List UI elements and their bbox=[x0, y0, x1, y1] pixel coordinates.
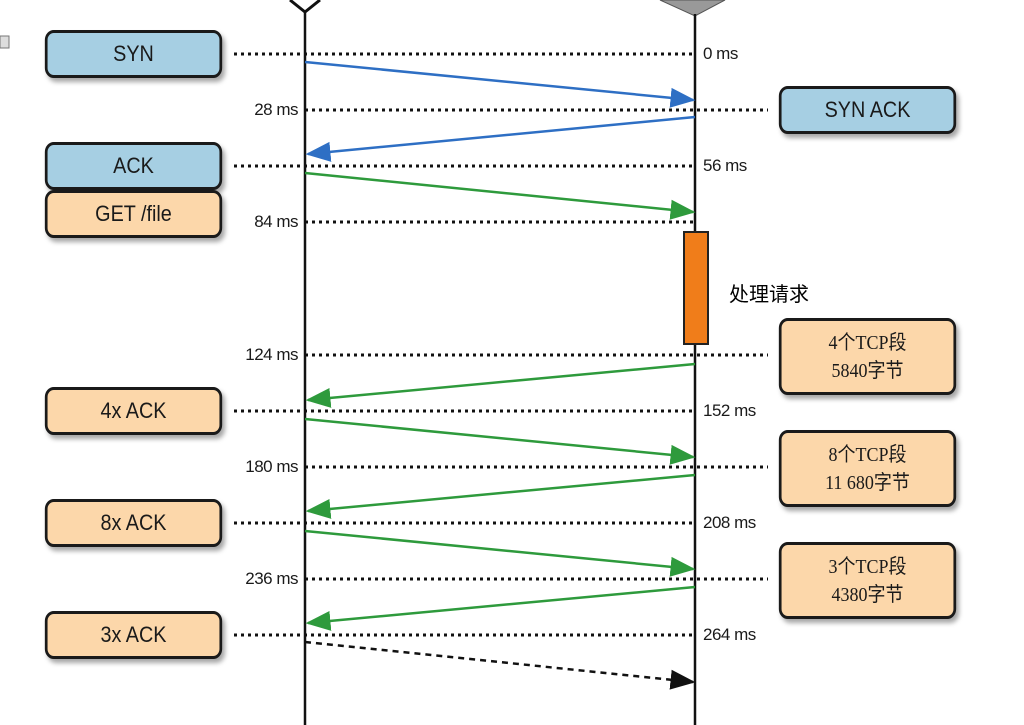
ack-arrow-2 bbox=[304, 529, 696, 577]
syn-box: SYN bbox=[44, 30, 223, 78]
ack-box: ACK bbox=[44, 142, 223, 190]
time-label: 124 ms bbox=[245, 345, 298, 364]
get-file-box: GET /file bbox=[44, 190, 223, 238]
ack-arrow-3 bbox=[304, 640, 696, 690]
small-window-icon bbox=[0, 35, 10, 49]
ack-arrow-1 bbox=[304, 417, 696, 465]
segments-count: 3个TCP段 bbox=[828, 555, 907, 578]
syn-ack-box: SYN ACK bbox=[778, 86, 957, 134]
time-label: 236 ms bbox=[245, 569, 298, 588]
ack-get-arrow bbox=[304, 171, 696, 220]
8x-ack-box: 8x ACK bbox=[44, 499, 223, 547]
segments-box-3: 3个TCP段 4380字节 bbox=[778, 542, 957, 619]
time-label: 56 ms bbox=[703, 156, 747, 175]
time-label: 208 ms bbox=[703, 513, 756, 532]
segments-count: 4个TCP段 bbox=[828, 331, 907, 354]
time-label: 84 ms bbox=[254, 212, 298, 231]
time-label: 264 ms bbox=[703, 625, 756, 644]
processing-label: 处理请求 bbox=[729, 282, 809, 306]
segments-box-2: 8个TCP段 11 680字节 bbox=[778, 430, 957, 507]
segments-count: 8个TCP段 bbox=[828, 443, 907, 466]
time-label: 152 ms bbox=[703, 401, 756, 420]
segments-bytes: 4380字节 bbox=[831, 583, 904, 606]
server-icon bbox=[659, 0, 726, 17]
time-label: 28 ms bbox=[254, 100, 298, 119]
time-label: 180 ms bbox=[245, 457, 298, 476]
data-arrow-3 bbox=[305, 585, 696, 631]
synack-arrow bbox=[305, 115, 696, 162]
4x-ack-box: 4x ACK bbox=[44, 387, 223, 435]
segments-bytes: 5840字节 bbox=[831, 359, 904, 382]
processing-bar bbox=[683, 231, 709, 345]
3x-ack-box: 3x ACK bbox=[44, 611, 223, 659]
data-arrow-1 bbox=[305, 362, 696, 408]
data-arrow-2 bbox=[305, 473, 696, 519]
segments-box-1: 4个TCP段 5840字节 bbox=[778, 318, 957, 395]
syn-arrow bbox=[304, 60, 696, 108]
segments-bytes: 11 680字节 bbox=[825, 471, 910, 494]
time-label: 0 ms bbox=[703, 44, 738, 63]
